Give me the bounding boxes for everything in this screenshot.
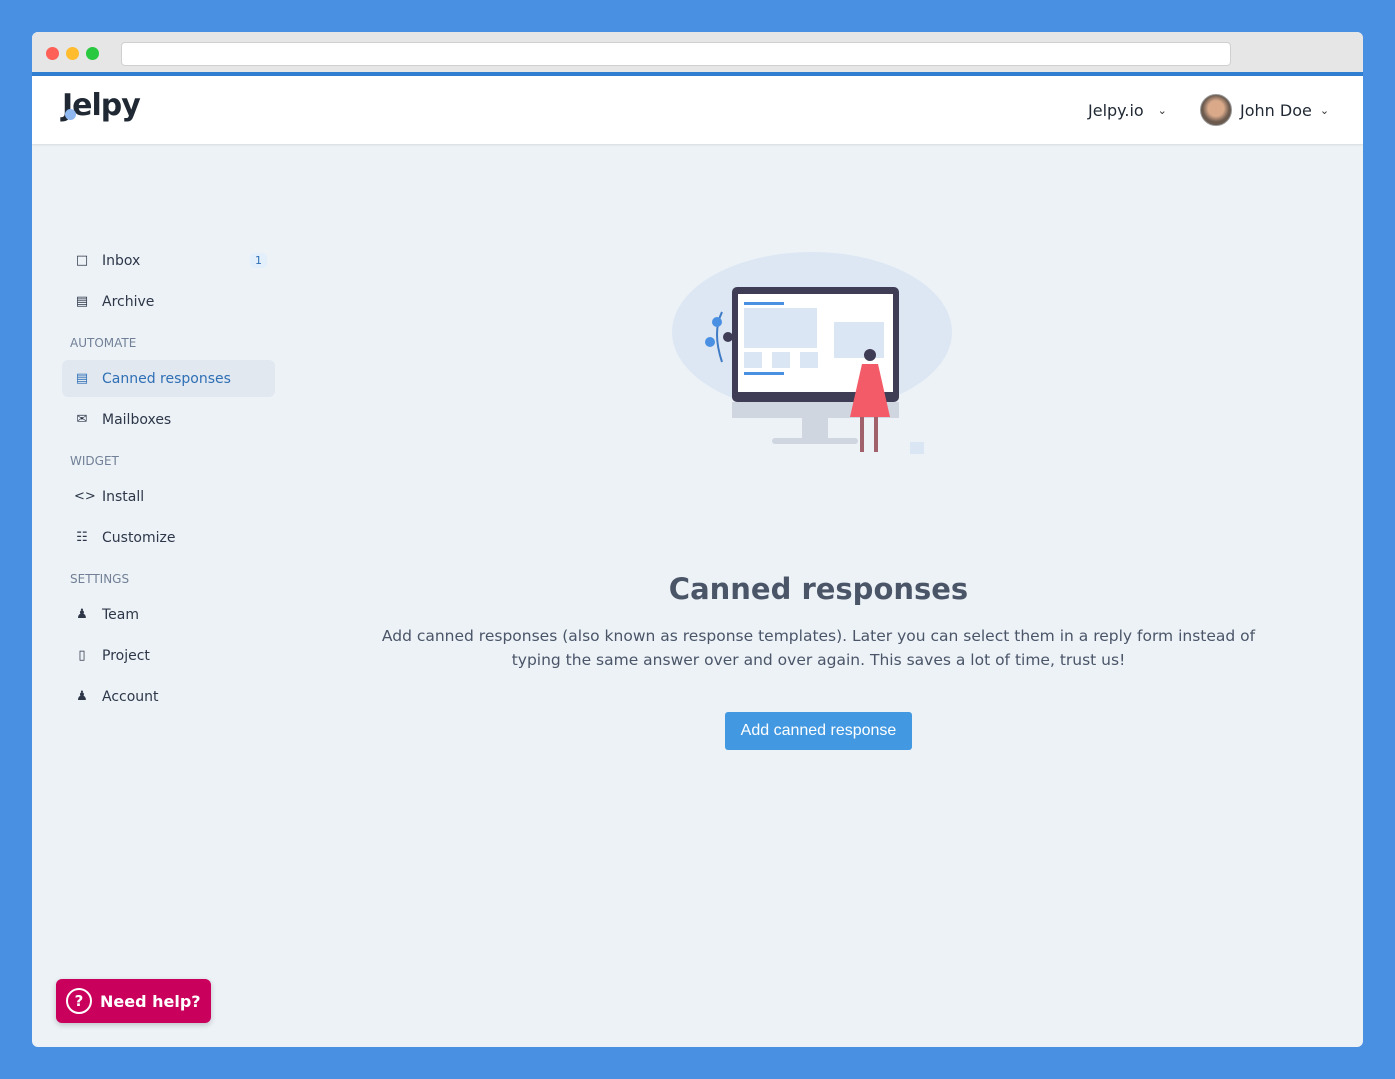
sidebar-item-archive[interactable]: ▤ Archive [62, 283, 275, 320]
sidebar-item-mailboxes[interactable]: ✉ Mailboxes [62, 401, 275, 438]
section-settings: SETTINGS [70, 572, 130, 586]
empty-state: Canned responses Add canned responses (a… [372, 232, 1265, 750]
sidebar-item-team[interactable]: ♟ Team [62, 596, 275, 633]
top-header: Jelpy Jelpy.io ⌄ John Doe ⌄ [32, 76, 1363, 144]
project-switcher[interactable]: Jelpy.io ⌄ [1088, 76, 1167, 144]
document-icon: ▤ [75, 371, 89, 386]
chat-icon: □ [75, 253, 89, 268]
user-menu[interactable]: John Doe ⌄ [1200, 76, 1329, 144]
sidebar-item-label: Account [102, 688, 159, 705]
sliders-icon: ☷ [76, 530, 88, 545]
archive-icon: ▤ [75, 294, 89, 309]
chevron-down-icon: ⌄ [1319, 103, 1330, 117]
clipboard-icon: ▯ [78, 648, 86, 663]
chevron-down-icon: ⌄ [1157, 103, 1167, 117]
page-title: Canned responses [668, 572, 969, 606]
browser-chrome [32, 32, 1363, 76]
sidebar-item-customize[interactable]: ☷ Customize [62, 519, 275, 556]
sidebar-item-label: Archive [102, 293, 155, 310]
sidebar-item-label: Install [102, 488, 145, 505]
section-automate: AUTOMATE [70, 336, 137, 350]
need-help-label: Need help? [100, 991, 201, 1011]
address-bar[interactable] [121, 42, 1231, 66]
mail-icon: ✉ [76, 412, 88, 427]
sidebar: □ Inbox 1 ▤ Archive AUTOMATE ▤ Canned respon… [62, 242, 275, 719]
inbox-count-badge: 1 [250, 253, 267, 268]
sidebar-item-label: Team [102, 606, 140, 623]
sidebar-item-label: Mailboxes [102, 411, 172, 428]
need-help-button[interactable]: ? Need help? [56, 979, 211, 1023]
project-name: Jelpy.io [1088, 100, 1144, 120]
sidebar-item-label: Inbox [102, 252, 141, 269]
sidebar-item-project[interactable]: ▯ Project [62, 637, 275, 674]
sidebar-item-label: Canned responses [102, 370, 231, 387]
section-widget: WIDGET [70, 454, 119, 468]
sidebar-item-label: Project [102, 647, 150, 664]
avatar [1200, 94, 1232, 126]
users-icon: ♟ [76, 607, 88, 622]
logo-bubble-icon [65, 109, 76, 120]
sidebar-item-canned-responses[interactable]: ▤ Canned responses [62, 360, 275, 397]
close-window-button[interactable] [46, 47, 59, 60]
logo[interactable]: Jelpy [62, 88, 141, 123]
user-name: John Doe [1240, 100, 1312, 120]
code-icon: <> [74, 489, 96, 504]
add-canned-response-button[interactable]: Add canned response [724, 712, 913, 750]
empty-state-description: Add canned responses (also known as resp… [381, 627, 1256, 669]
question-icon: ? [66, 988, 92, 1014]
user-icon: ♟ [76, 689, 88, 704]
sidebar-item-inbox[interactable]: □ Inbox 1 [62, 242, 275, 279]
browser-window: Jelpy Jelpy.io ⌄ John Doe ⌄ □ Inbox 1 ▤ Archi… [32, 32, 1363, 1047]
sidebar-item-label: Customize [102, 529, 176, 546]
maximize-window-button[interactable] [86, 47, 99, 60]
minimize-window-button[interactable] [66, 47, 79, 60]
sidebar-item-install[interactable]: <> Install [62, 478, 275, 515]
sidebar-item-account[interactable]: ♟ Account [62, 678, 275, 715]
